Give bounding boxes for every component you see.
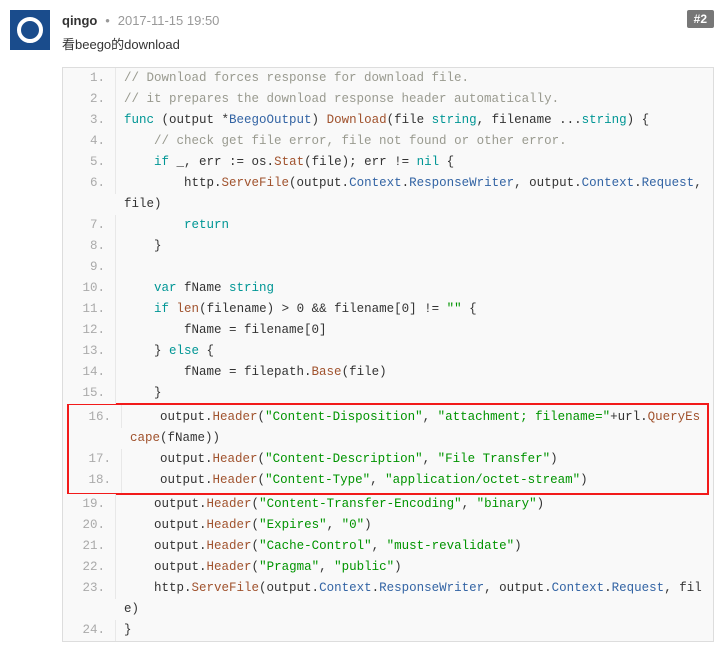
line-content: // it prepares the download response hea… (116, 89, 713, 110)
line-content: // check get file error, file not found … (116, 131, 713, 152)
line-content: output.Header("Cache-Control", "must-rev… (116, 536, 713, 557)
line-content: output.Header("Content-Description", "Fi… (122, 449, 707, 470)
line-content: fName = filepath.Base(file) (116, 362, 713, 383)
line-content: fName = filename[0] (116, 320, 713, 341)
code-line: 18. output.Header("Content-Type", "appli… (69, 470, 707, 493)
code-line: 3.func (output *BeegoOutput) Download(fi… (63, 110, 713, 131)
line-content (116, 257, 713, 278)
line-number: 22. (63, 557, 116, 578)
line-content: var fName string (116, 278, 713, 299)
code-line: 8. } (63, 236, 713, 257)
line-number: 12. (63, 320, 116, 341)
line-number: 16. (69, 405, 122, 428)
line-content: output.Header("Pragma", "public") (116, 557, 713, 578)
line-number: 23. (63, 578, 116, 599)
line-number: 15. (63, 383, 116, 404)
highlighted-region: 16. output.Header("Content-Disposition",… (67, 403, 709, 495)
line-content: // Download forces response for download… (116, 68, 713, 89)
timestamp: 2017-11-15 19:50 (118, 13, 220, 28)
header-meta: qingo • 2017-11-15 19:50 看beego的download (62, 10, 714, 53)
line-number: 13. (63, 341, 116, 362)
code-line: 16. output.Header("Content-Disposition",… (69, 405, 707, 449)
line-number: 8. (63, 236, 116, 257)
code-block: 1.// Download forces response for downlo… (62, 67, 714, 642)
line-number: 2. (63, 89, 116, 110)
line-content: if len(filename) > 0 && filename[0] != "… (116, 299, 713, 320)
line-number: 3. (63, 110, 116, 131)
code-line: 14. fName = filepath.Base(file) (63, 362, 713, 383)
line-content: if _, err := os.Stat(file); err != nil { (116, 152, 713, 173)
code-line: 17. output.Header("Content-Description",… (69, 449, 707, 470)
code-line: 10. var fName string (63, 278, 713, 299)
code-line: 19. output.Header("Content-Transfer-Enco… (63, 494, 713, 515)
separator-dot: • (105, 13, 110, 28)
line-number: 14. (63, 362, 116, 383)
code-line: 11. if len(filename) > 0 && filename[0] … (63, 299, 713, 320)
line-number: 7. (63, 215, 116, 236)
line-content: } else { (116, 341, 713, 362)
code-line: 12. fName = filename[0] (63, 320, 713, 341)
code-line: 13. } else { (63, 341, 713, 362)
line-number: 1. (63, 68, 116, 89)
line-content: return (116, 215, 713, 236)
line-content: output.Header("Content-Transfer-Encoding… (116, 494, 713, 515)
line-content: http.ServeFile(output.Context.ResponseWr… (116, 578, 713, 620)
username[interactable]: qingo (62, 13, 97, 28)
avatar[interactable] (10, 10, 50, 50)
line-number: 5. (63, 152, 116, 173)
code-line: 24.} (63, 620, 713, 641)
line-content: output.Header("Expires", "0") (116, 515, 713, 536)
code-line: 9. (63, 257, 713, 278)
code-line: 23. http.ServeFile(output.Context.Respon… (63, 578, 713, 620)
line-number: 21. (63, 536, 116, 557)
line-number: 10. (63, 278, 116, 299)
line-number: 11. (63, 299, 116, 320)
line-content: func (output *BeegoOutput) Download(file… (116, 110, 713, 131)
code-line: 7. return (63, 215, 713, 236)
avatar-icon (17, 17, 43, 43)
line-content: } (116, 620, 713, 641)
line-number: 9. (63, 257, 116, 278)
code-line: 4. // check get file error, file not fou… (63, 131, 713, 152)
line-content: output.Header("Content-Type", "applicati… (122, 470, 707, 493)
line-content: } (116, 236, 713, 257)
code-line: 2.// it prepares the download response h… (63, 89, 713, 110)
code-line: 1.// Download forces response for downlo… (63, 68, 713, 89)
line-number: 18. (69, 470, 122, 493)
code-line: 6. http.ServeFile(output.Context.Respons… (63, 173, 713, 215)
line-number: 4. (63, 131, 116, 152)
line-number: 17. (69, 449, 122, 470)
post-header: qingo • 2017-11-15 19:50 看beego的download… (10, 10, 714, 53)
code-line: 20. output.Header("Expires", "0") (63, 515, 713, 536)
post-number-badge[interactable]: #2 (687, 10, 714, 28)
line-number: 19. (63, 494, 116, 515)
code-line: 5. if _, err := os.Stat(file); err != ni… (63, 152, 713, 173)
post-body: 看beego的download (62, 34, 714, 53)
line-content: http.ServeFile(output.Context.ResponseWr… (116, 173, 713, 215)
line-number: 24. (63, 620, 116, 641)
line-number: 20. (63, 515, 116, 536)
code-line: 22. output.Header("Pragma", "public") (63, 557, 713, 578)
line-number: 6. (63, 173, 116, 194)
line-content: } (116, 383, 713, 404)
code-line: 21. output.Header("Cache-Control", "must… (63, 536, 713, 557)
code-line: 15. } (63, 383, 713, 404)
line-content: output.Header("Content-Disposition", "at… (122, 405, 707, 449)
